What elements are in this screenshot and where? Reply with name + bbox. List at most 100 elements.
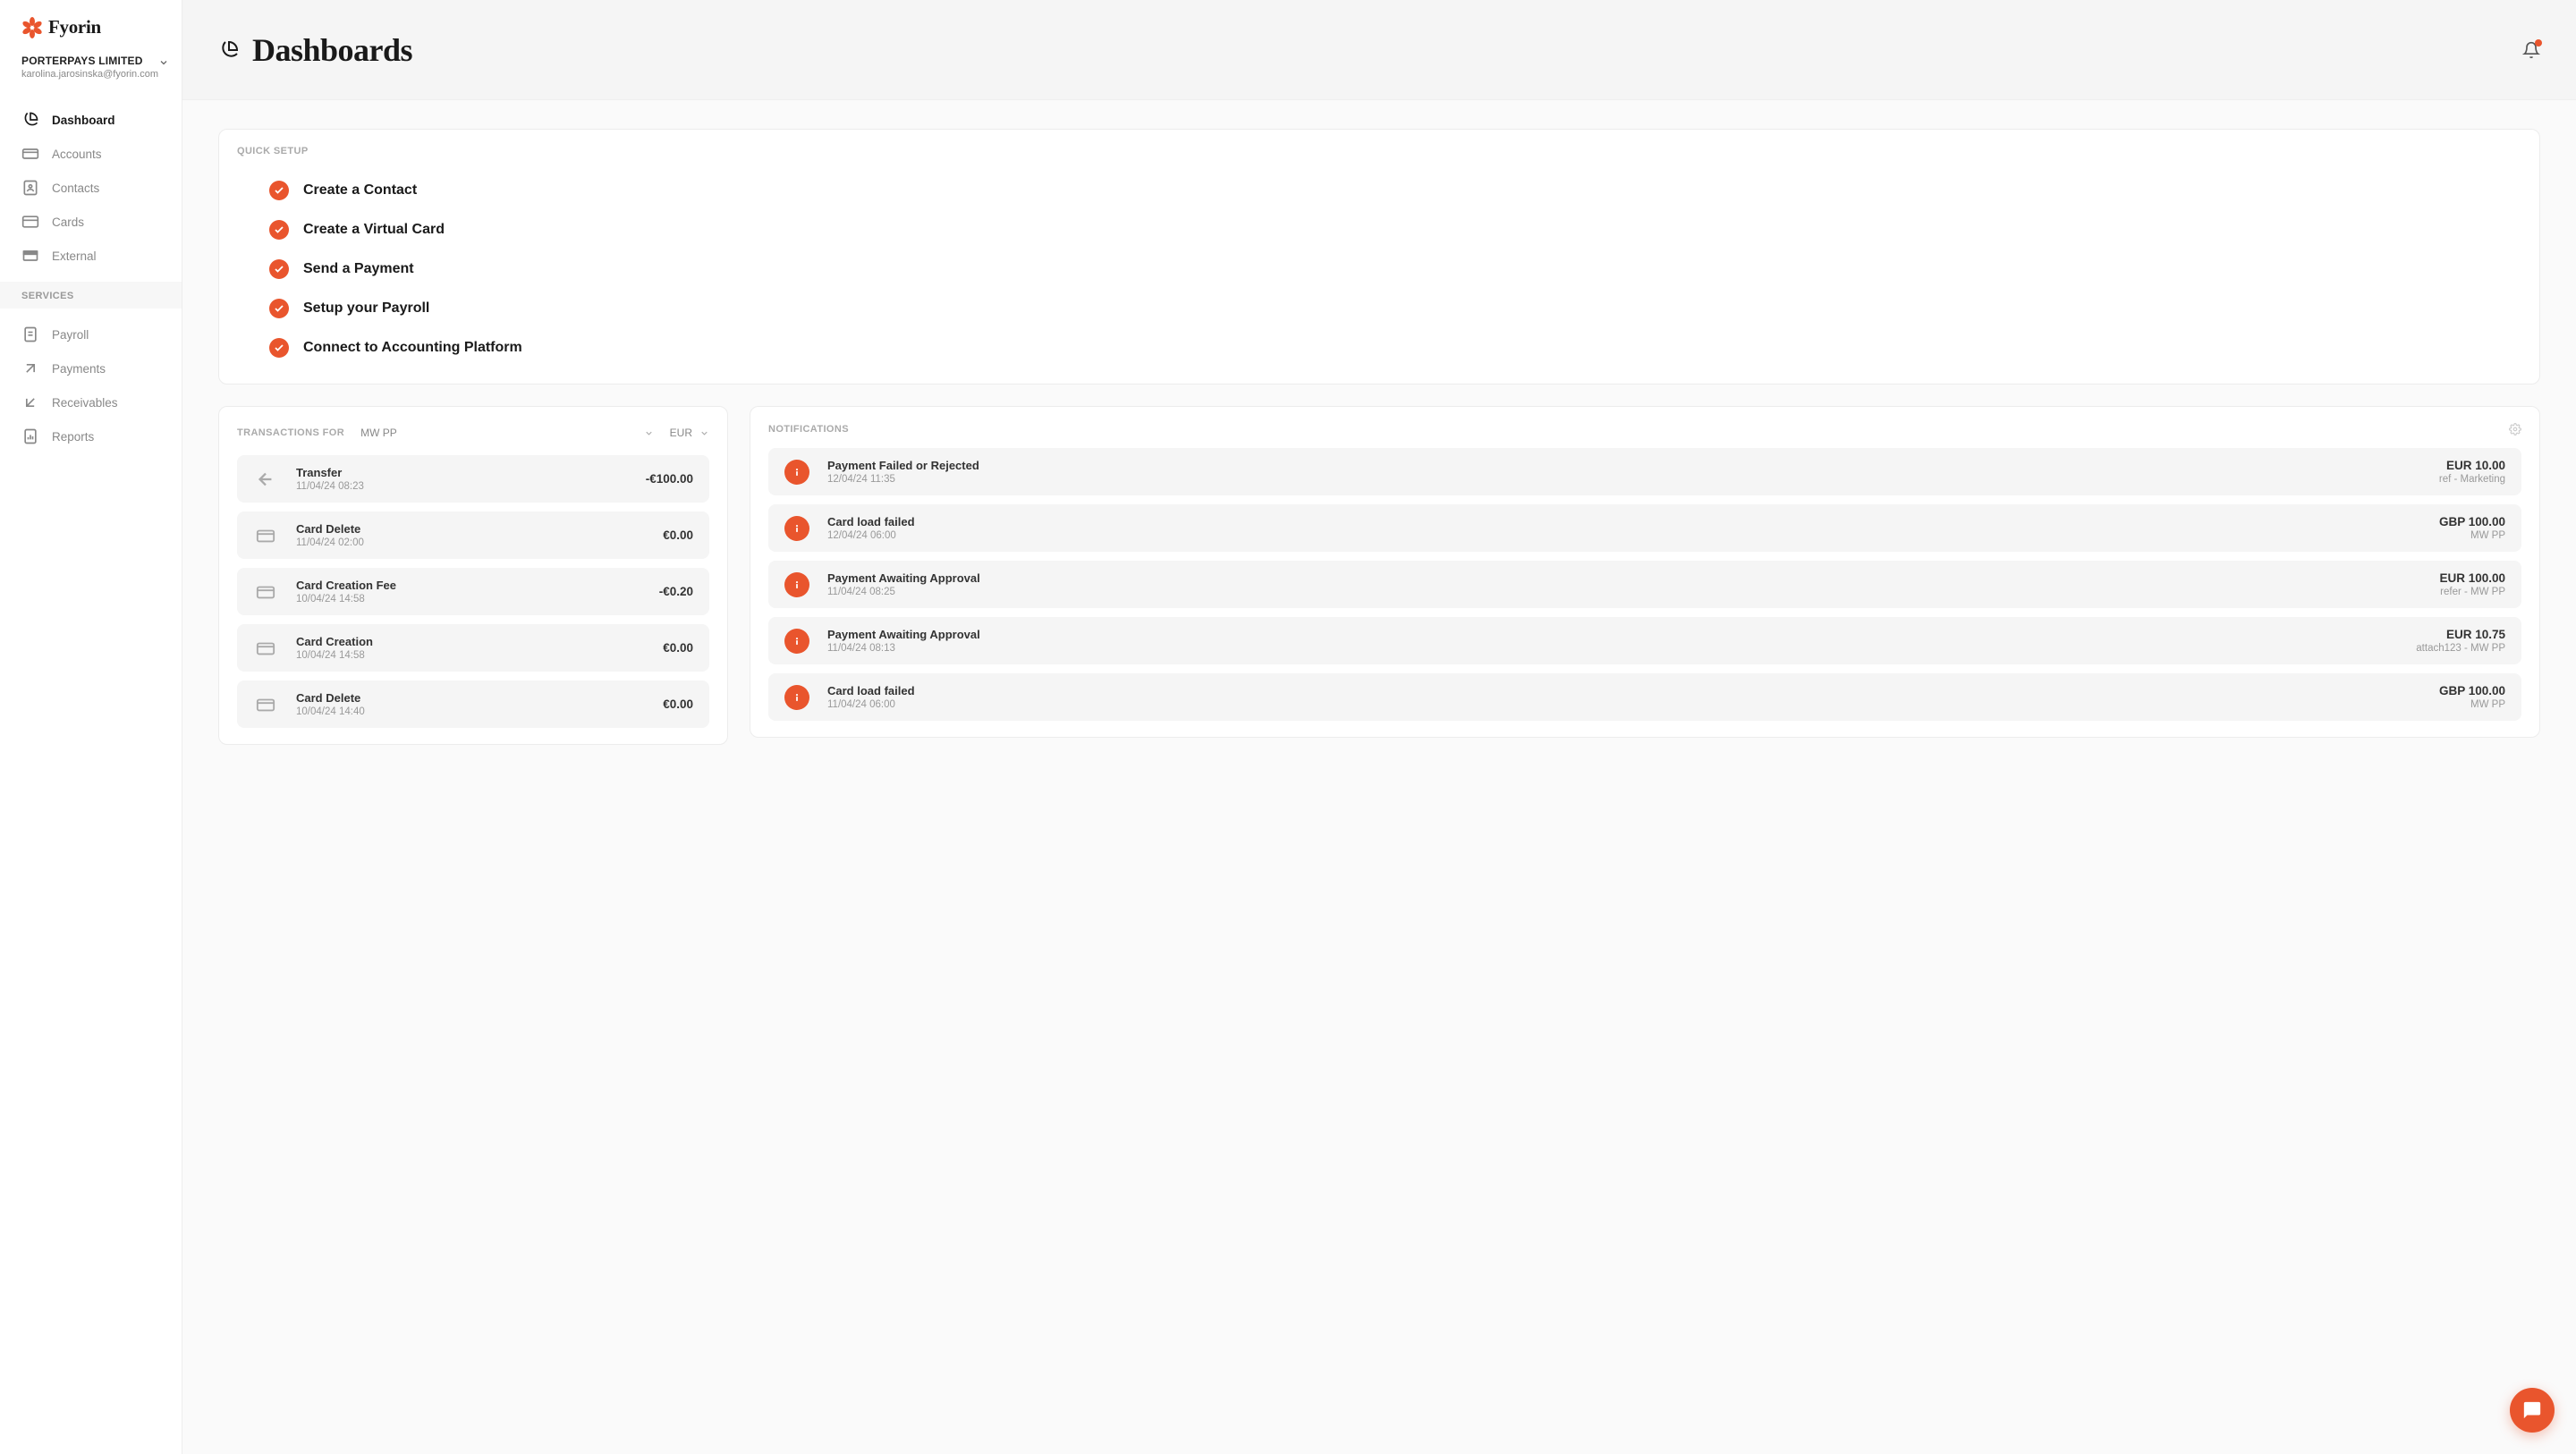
card-icon xyxy=(253,692,278,717)
chat-fab[interactable] xyxy=(2510,1388,2555,1433)
notification-bell[interactable] xyxy=(2522,41,2540,59)
topbar: Dashboards xyxy=(182,0,2576,100)
transaction-title: Transfer xyxy=(296,466,628,479)
pie-chart-icon xyxy=(21,111,39,129)
quick-setup-item[interactable]: Setup your Payroll xyxy=(269,289,2521,328)
main-area: Dashboards QUICK SETUP Create a ContactC… xyxy=(182,0,2576,1454)
card-icon xyxy=(253,579,278,604)
quick-setup-item-label: Create a Virtual Card xyxy=(303,222,445,238)
notification-ref: refer - MW PP xyxy=(2439,587,2505,597)
card-icon xyxy=(253,636,278,661)
quick-setup-item[interactable]: Create a Virtual Card xyxy=(269,210,2521,249)
sidebar-item-label: Receivables xyxy=(52,396,118,410)
sidebar-item-cards[interactable]: Cards xyxy=(0,205,182,239)
transactions-label: TRANSACTIONS FOR xyxy=(237,427,344,438)
check-circle-icon xyxy=(269,299,289,318)
notification-timestamp: 12/04/24 06:00 xyxy=(827,530,2421,541)
notification-timestamp: 11/04/24 08:25 xyxy=(827,587,2421,597)
transaction-amount: €0.00 xyxy=(663,641,693,655)
logo-icon xyxy=(21,17,43,38)
transaction-row[interactable]: Card Delete11/04/24 02:00€0.00 xyxy=(237,511,709,559)
quick-setup-item-label: Setup your Payroll xyxy=(303,300,429,317)
notification-amount: EUR 10.75 xyxy=(2416,628,2505,641)
notifications-label: NOTIFICATIONS xyxy=(768,424,849,435)
quick-setup-list: Create a Contact Create a Virtual Card Sen… xyxy=(237,156,2521,368)
arrow-left-icon xyxy=(253,467,278,492)
transaction-timestamp: 10/04/24 14:58 xyxy=(296,594,641,604)
sidebar-item-external[interactable]: External xyxy=(0,239,182,273)
notification-row[interactable]: Payment Awaiting Approval11/04/24 08:25E… xyxy=(768,561,2521,608)
quick-setup-item-label: Send a Payment xyxy=(303,261,414,277)
sidebar-item-receivables[interactable]: Receivables xyxy=(0,385,182,419)
notification-ref: MW PP xyxy=(2439,699,2505,710)
sidebar-item-label: Dashboard xyxy=(52,114,115,127)
notification-dot-icon xyxy=(2535,39,2542,46)
notification-row[interactable]: Card load failed11/04/24 06:00GBP 100.00… xyxy=(768,673,2521,721)
notification-row[interactable]: Payment Failed or Rejected12/04/24 11:35… xyxy=(768,448,2521,495)
transactions-account-select[interactable]: MW PP xyxy=(360,423,654,443)
sidebar-item-accounts[interactable]: Accounts xyxy=(0,137,182,171)
sidebar-item-dashboard[interactable]: Dashboard xyxy=(0,103,182,137)
sidebar-item-label: Cards xyxy=(52,216,84,229)
quick-setup-item[interactable]: Create a Contact xyxy=(269,171,2521,210)
chevron-down-icon xyxy=(644,428,654,438)
org-switcher[interactable]: PORTERPAYS LIMITED karolina.jarosinska@f… xyxy=(0,47,182,94)
document-icon xyxy=(21,325,39,343)
card-icon xyxy=(253,523,278,548)
transaction-title: Card Delete xyxy=(296,522,645,536)
content: QUICK SETUP Create a Contact Create a Vir… xyxy=(182,100,2576,1454)
notification-row[interactable]: Card load failed12/04/24 06:00GBP 100.00… xyxy=(768,504,2521,552)
notifications-list: Payment Failed or Rejected12/04/24 11:35… xyxy=(768,448,2521,721)
page-title: Dashboards xyxy=(252,31,412,69)
notification-title: Card load failed xyxy=(827,684,2421,697)
logo-text: Fyorin xyxy=(48,16,101,38)
notifications-card: NOTIFICATIONS Payment Failed or Rejected… xyxy=(750,406,2540,738)
org-name: PORTERPAYS LIMITED xyxy=(21,55,158,67)
logo[interactable]: Fyorin xyxy=(21,16,160,38)
send-icon xyxy=(21,359,39,377)
transaction-timestamp: 10/04/24 14:58 xyxy=(296,650,645,661)
transaction-title: Card Creation xyxy=(296,635,645,648)
transactions-list: Transfer11/04/24 08:23-€100.00Card Delet… xyxy=(237,455,709,728)
transaction-row[interactable]: Card Delete10/04/24 14:40€0.00 xyxy=(237,681,709,728)
transaction-row[interactable]: Transfer11/04/24 08:23-€100.00 xyxy=(237,455,709,503)
sidebar-item-reports[interactable]: Reports xyxy=(0,419,182,453)
sidebar-item-contacts[interactable]: Contacts xyxy=(0,171,182,205)
sidebar-item-payroll[interactable]: Payroll xyxy=(0,317,182,351)
chevron-down-icon xyxy=(699,428,709,438)
quick-setup-item[interactable]: Send a Payment xyxy=(269,249,2521,289)
transaction-amount: -€0.20 xyxy=(659,585,693,598)
address-book-icon xyxy=(21,179,39,197)
quick-setup-label: QUICK SETUP xyxy=(237,146,2521,156)
notification-title: Payment Awaiting Approval xyxy=(827,571,2421,585)
transaction-timestamp: 10/04/24 14:40 xyxy=(296,706,645,717)
transaction-row[interactable]: Card Creation 10/04/24 14:58 €0.00 xyxy=(237,624,709,672)
transaction-timestamp: 11/04/24 08:23 xyxy=(296,481,628,492)
chevron-down-icon xyxy=(158,57,169,68)
info-icon xyxy=(784,460,809,485)
info-icon xyxy=(784,516,809,541)
wallet-icon xyxy=(21,145,39,163)
notification-ref: ref - Marketing xyxy=(2439,474,2505,485)
notification-amount: EUR 10.00 xyxy=(2439,459,2505,472)
info-icon xyxy=(784,629,809,654)
notification-title: Card load failed xyxy=(827,515,2421,528)
quick-setup-item[interactable]: Connect to Accounting Platform xyxy=(269,328,2521,368)
pie-chart-icon xyxy=(218,39,240,61)
notification-timestamp: 11/04/24 06:00 xyxy=(827,699,2421,710)
notification-ref: attach123 - MW PP xyxy=(2416,643,2505,654)
notification-title: Payment Awaiting Approval xyxy=(827,628,2398,641)
check-circle-icon xyxy=(269,259,289,279)
sidebar-item-label: Reports xyxy=(52,430,94,444)
transactions-card: TRANSACTIONS FOR MW PP EUR Transfer 11/04… xyxy=(218,406,728,745)
sidebar-item-payments[interactable]: Payments xyxy=(0,351,182,385)
transactions-currency-select[interactable]: EUR xyxy=(670,423,709,443)
sidebar-item-label: External xyxy=(52,249,97,263)
org-email: karolina.jarosinska@fyorin.com xyxy=(21,69,158,80)
sidebar-item-label: Accounts xyxy=(52,148,102,161)
gear-icon[interactable] xyxy=(2509,423,2521,435)
sidebar-item-label: Contacts xyxy=(52,182,99,195)
transaction-row[interactable]: Card Creation Fee10/04/24 14:58-€0.20 xyxy=(237,568,709,615)
notification-row[interactable]: Payment Awaiting Approval11/04/24 08:13E… xyxy=(768,617,2521,664)
transaction-amount: €0.00 xyxy=(663,528,693,542)
